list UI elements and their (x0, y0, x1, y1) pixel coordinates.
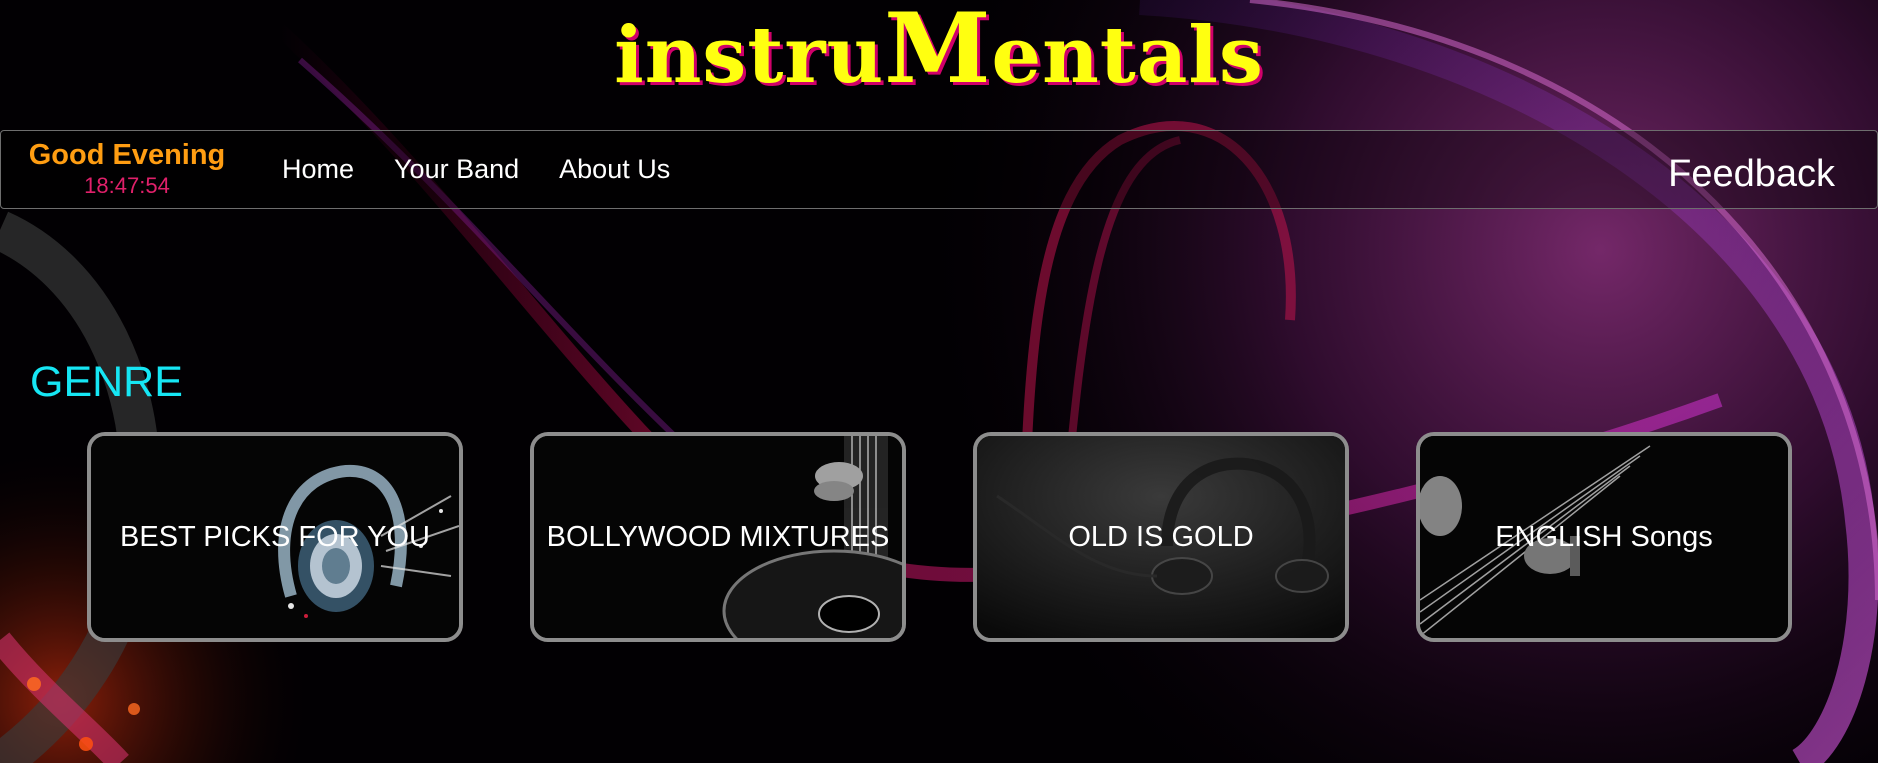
background-art (0, 0, 1878, 763)
genre-card-old-is-gold[interactable]: OLD IS GOLD (973, 432, 1349, 642)
genre-card-english-songs[interactable]: ENGLISH Songs (1416, 432, 1792, 642)
genre-card-best-picks[interactable]: BEST PICKS FOR YOU (87, 432, 463, 642)
genre-cards: BEST PICKS FOR YOU BOLLYWOOD MIXTURES OL… (87, 432, 1792, 642)
site-logo[interactable]: instruMentals (0, 0, 1878, 105)
genre-heading: GENRE (30, 358, 183, 406)
feedback-link[interactable]: Feedback (1668, 153, 1835, 195)
clock-time: 18:47:54 (84, 173, 170, 198)
page: instruMentals Good Evening 18:47:54 Home… (0, 0, 1878, 763)
logo-text: instruMentals (614, 0, 1264, 105)
card-title: BEST PICKS FOR YOU (120, 521, 430, 553)
greeting-text: Good Evening (28, 139, 226, 171)
nav-link-home[interactable]: Home (282, 153, 354, 185)
genre-card-bollywood-mixtures[interactable]: BOLLYWOOD MIXTURES (530, 432, 906, 642)
nav-link-your-band[interactable]: Your Band (394, 153, 519, 185)
card-title: OLD IS GOLD (1068, 521, 1254, 553)
greeting-block: Good Evening 18:47:54 (25, 137, 229, 199)
nav-link-about-us[interactable]: About Us (559, 153, 670, 185)
card-title: ENGLISH Songs (1495, 521, 1713, 553)
top-navbar: Good Evening 18:47:54 Home Your Band Abo… (0, 130, 1878, 209)
nav-links: Home Your Band About Us (282, 153, 670, 185)
card-title: BOLLYWOOD MIXTURES (546, 521, 890, 553)
